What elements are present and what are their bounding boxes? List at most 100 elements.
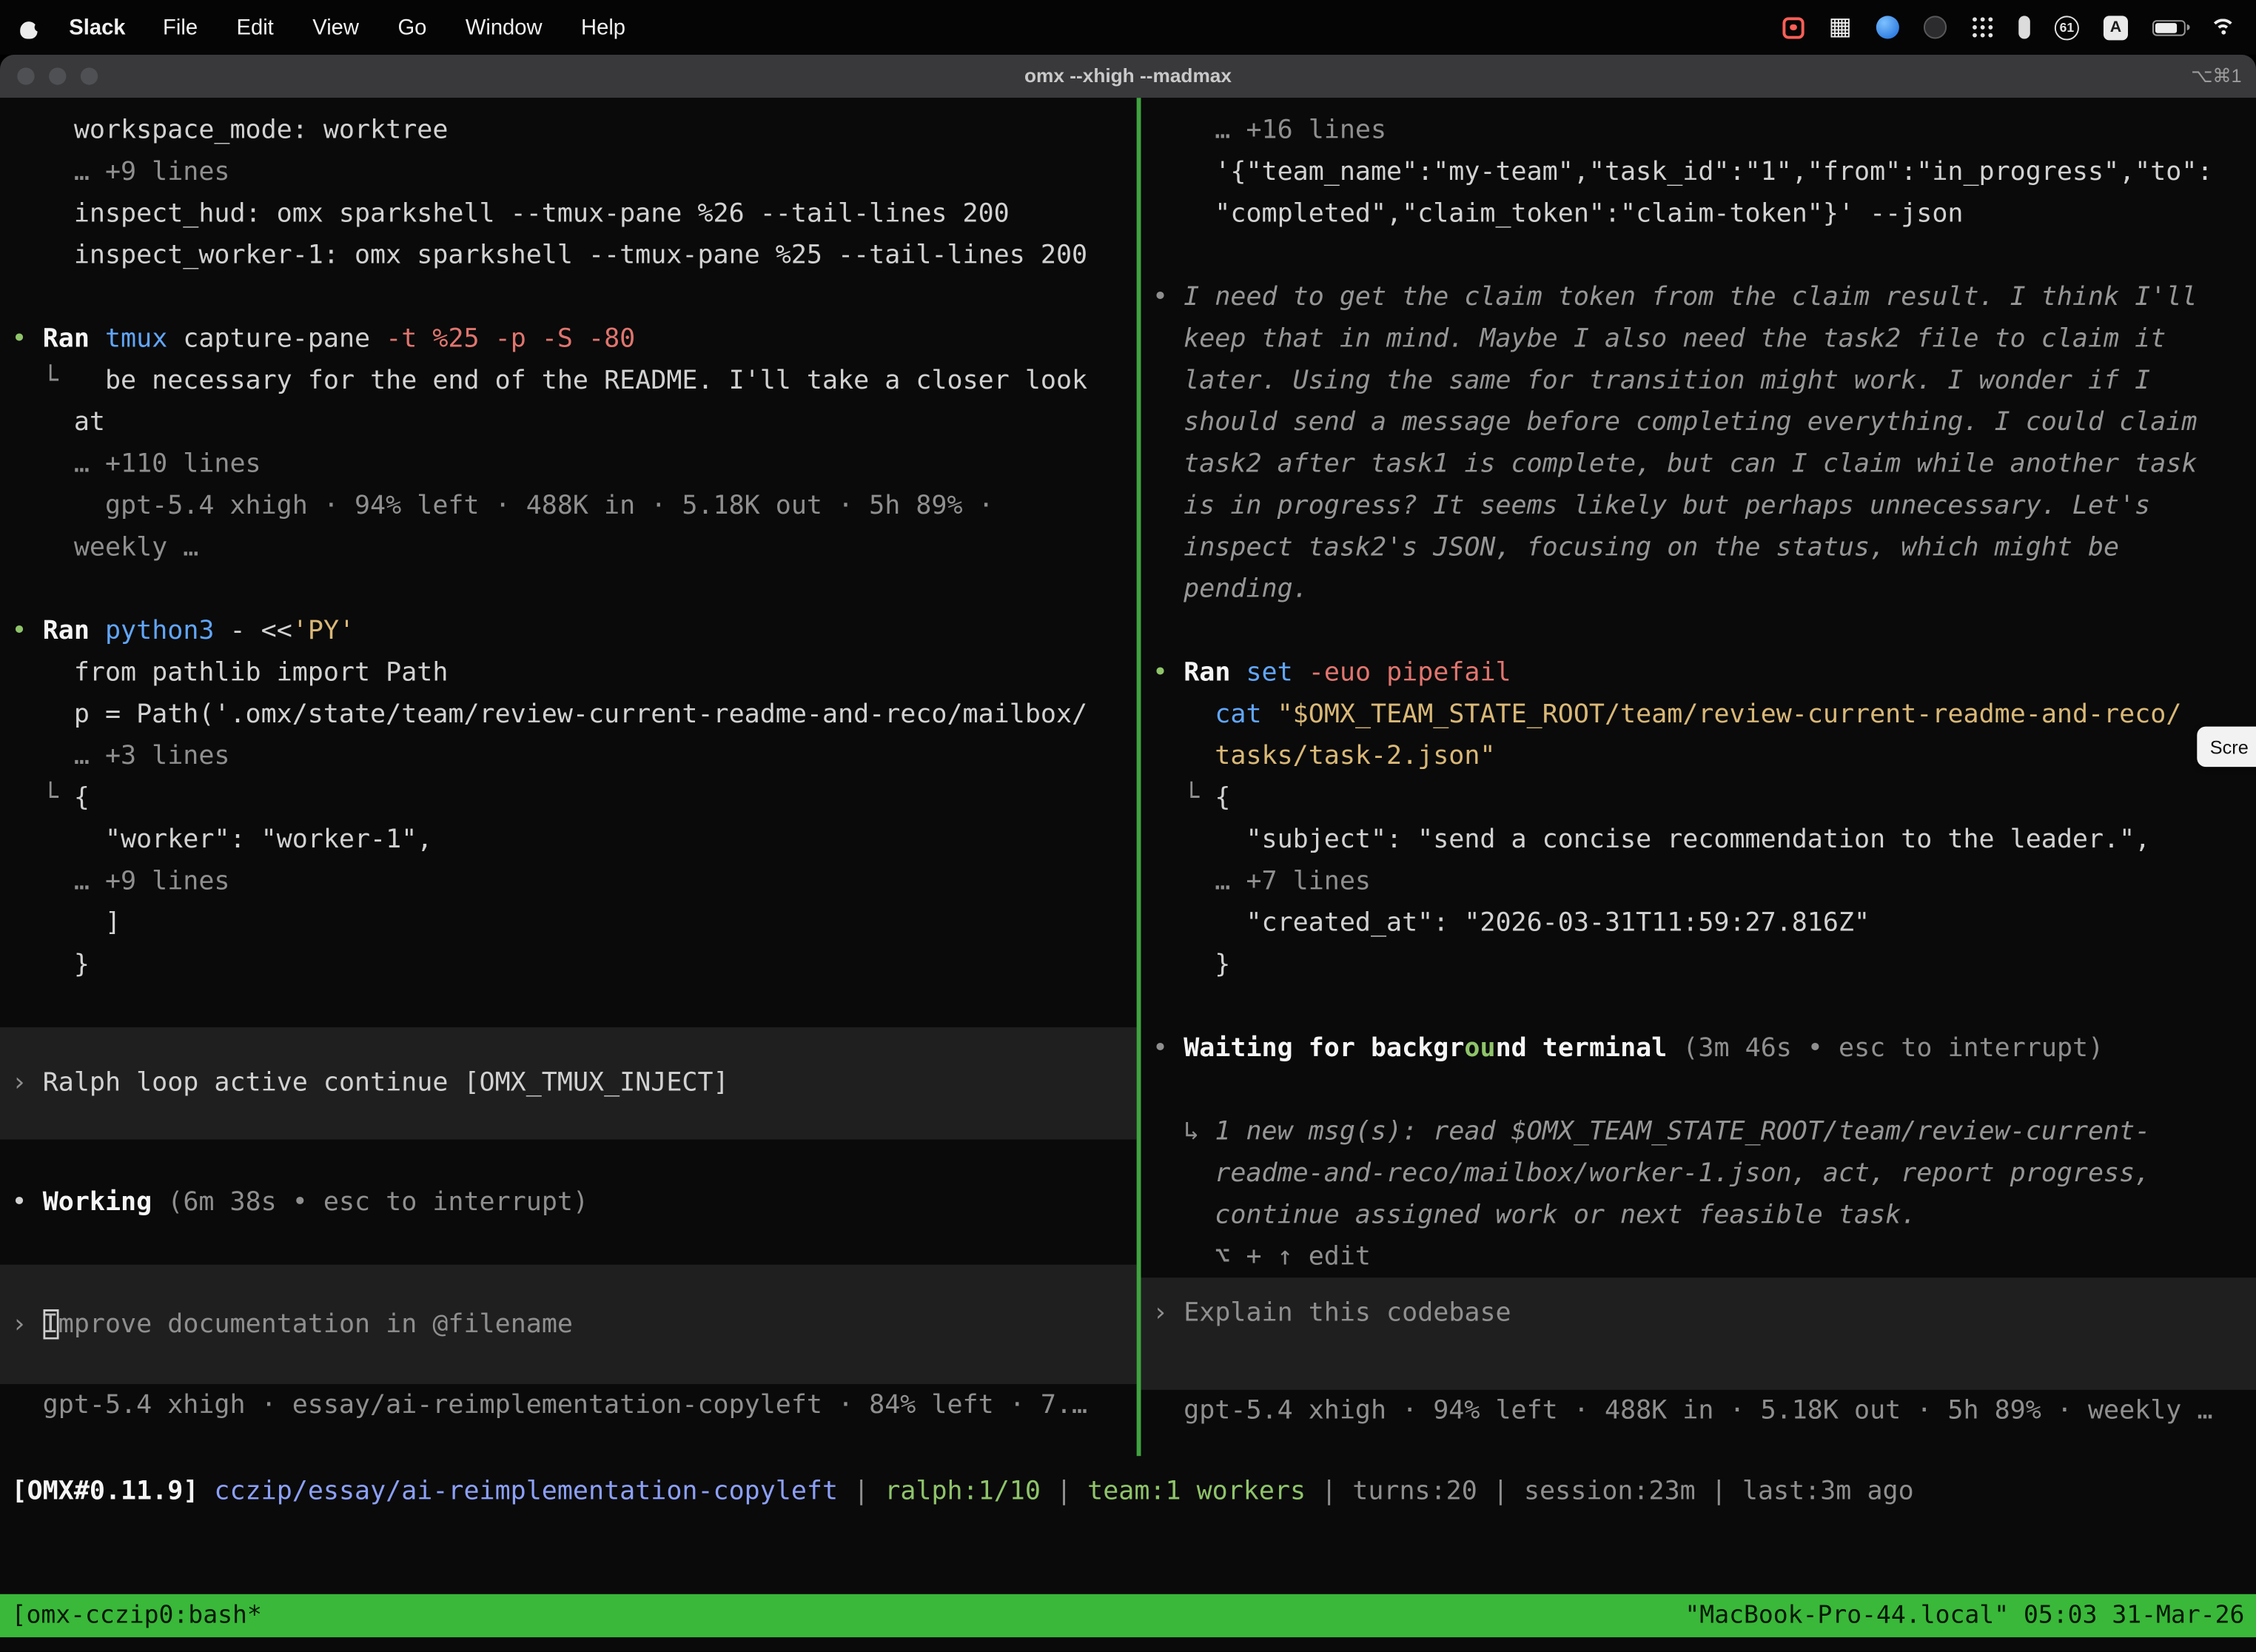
menu-window[interactable]: Window — [466, 15, 543, 39]
terminal-line: • Ran python3 - <<'PY' — [12, 610, 1137, 651]
terminal-line: should send a message before completing … — [1152, 401, 2256, 443]
menu-file[interactable]: File — [163, 15, 198, 39]
terminal-line: [OMX#0.11.9] cczip/essay/ai-reimplementa… — [12, 1471, 2256, 1512]
terminal-line: ⌥ + ↑ edit — [1152, 1236, 2256, 1277]
wifi-icon[interactable] — [2210, 18, 2236, 36]
apple-menu-icon[interactable] — [20, 15, 40, 39]
terminal-line: } — [1152, 944, 2256, 985]
terminal-line: ↳ 1 new msg(s): read $OMX_TEAM_STATE_ROO… — [1152, 1111, 2256, 1152]
terminal-line: └ { — [12, 777, 1137, 819]
terminal-line — [12, 1223, 1137, 1264]
terminal-line: └ be necessary for the end of the README… — [12, 360, 1137, 401]
terminal-line — [1152, 610, 2256, 651]
terminal-line: gpt-5.4 xhigh · 94% left · 488K in · 5.1… — [12, 485, 1137, 526]
terminal-line: at — [12, 401, 1137, 443]
terminal-line: from pathlib import Path — [12, 652, 1137, 694]
terminal-line: • Ran tmux capture-pane -t %25 -p -S -80 — [12, 318, 1137, 360]
tmux-session-label: [omx-cczip0:bash* — [12, 1594, 262, 1637]
terminal-line — [12, 986, 1137, 1027]
terminal-content: workspace_mode: worktree … +9 lines insp… — [0, 98, 2256, 1651]
terminal-line: inspect_hud: omx sparkshell --tmux-pane … — [12, 192, 1137, 234]
right-pane-output: … +16 lines '{"team_name":"my-team","tas… — [1152, 110, 2256, 1277]
terminal-line: ] — [12, 902, 1137, 944]
ralph-loop-prompt[interactable]: › Ralph loop active continue [OMX_TMUX_I… — [0, 1027, 1137, 1140]
terminal-line: • I need to get the claim token from the… — [1152, 276, 2256, 318]
terminal-line: keep that in mind. Maybe I also need the… — [1152, 318, 2256, 360]
terminal-line — [12, 1140, 1137, 1181]
terminal-line: is in progress? It seems likely but perh… — [1152, 485, 2256, 526]
terminal-line: • Working (6m 38s • esc to interrupt) — [12, 1181, 1137, 1223]
left-pane-output: workspace_mode: worktree … +9 lines insp… — [12, 110, 1137, 1027]
terminal-line: gpt-5.4 xhigh · essay/ai-reimplementatio… — [12, 1384, 1137, 1426]
input-source-icon[interactable]: A — [2104, 15, 2128, 39]
terminal-window: omx --xhigh --madmax ⌥⌘1 workspace_mode:… — [0, 55, 2256, 1652]
terminal-line — [1152, 235, 2256, 276]
terminal-line: continue assigned work or next feasible … — [1152, 1194, 2256, 1235]
terminal-line: later. Using the same for transition mig… — [1152, 360, 2256, 401]
terminal-line: '{"team_name":"my-team","task_id":"1","f… — [1152, 151, 2256, 192]
terminal-line: inspect_worker-1: omx sparkshell --tmux-… — [12, 235, 1137, 276]
badge-61-icon[interactable]: 61 — [2055, 15, 2079, 39]
terminal-line: cat "$OMX_TEAM_STATE_ROOT/team/review-cu… — [1152, 694, 2256, 735]
terminal-line: workspace_mode: worktree — [12, 110, 1137, 151]
window-title-bar[interactable]: omx --xhigh --madmax ⌥⌘1 — [0, 55, 2256, 98]
left-terminal-pane[interactable]: workspace_mode: worktree … +9 lines insp… — [0, 98, 1137, 1456]
screen-share-overlay[interactable]: Scre — [2197, 727, 2256, 767]
terminal-line: readme-and-reco/mailbox/worker-1.json, a… — [1152, 1152, 2256, 1194]
battery-icon[interactable] — [2152, 19, 2186, 35]
terminal-line: • Ran set -euo pipefail — [1152, 652, 2256, 694]
pill-icon[interactable] — [2018, 16, 2030, 38]
terminal-line: … +16 lines — [1152, 110, 2256, 151]
menu-edit[interactable]: Edit — [237, 15, 274, 39]
terminal-line: … +7 lines — [1152, 860, 2256, 901]
terminal-line: tasks/task-2.json" — [1152, 735, 2256, 776]
terminal-line: gpt-5.4 xhigh · 94% left · 488K in · 5.1… — [1152, 1390, 2256, 1431]
terminal-line: inspect task2's JSON, focusing on the st… — [1152, 526, 2256, 568]
terminal-line: └ { — [1152, 777, 2256, 819]
tmux-status-bar: [omx-cczip0:bash* "MacBook-Pro-44.local"… — [0, 1594, 2256, 1637]
menu-app-name[interactable]: Slack — [69, 15, 125, 39]
terminal-line — [12, 568, 1137, 610]
left-pane-working-status: • Working (6m 38s • esc to interrupt) — [12, 1140, 1137, 1265]
blue-app-icon[interactable] — [1876, 16, 1899, 38]
terminal-line: • Waiting for background terminal (3m 46… — [1152, 1027, 2256, 1069]
terminal-line: › Improve documentation in @filename — [12, 1303, 1137, 1345]
left-input-prompt[interactable]: › Improve documentation in @filename — [0, 1265, 1137, 1384]
terminal-line: task2 after task1 is complete, but can I… — [1152, 443, 2256, 485]
terminal-line: › Explain this codebase — [1152, 1292, 2256, 1334]
right-terminal-pane[interactable]: … +16 lines '{"team_name":"my-team","tas… — [1141, 98, 2256, 1456]
menu-go[interactable]: Go — [397, 15, 426, 39]
terminal-line: … +110 lines — [12, 443, 1137, 485]
terminal-line: "subject": "send a concise recommendatio… — [1152, 819, 2256, 860]
window-shortcut: ⌥⌘1 — [2191, 55, 2241, 98]
menu-view[interactable]: View — [312, 15, 359, 39]
right-pane-footer: gpt-5.4 xhigh · 94% left · 488K in · 5.1… — [1152, 1390, 2256, 1431]
screen: Slack File Edit View Go Window Help ▦ 61… — [0, 0, 2256, 1652]
terminal-line: "created_at": "2026-03-31T11:59:27.816Z" — [1152, 902, 2256, 944]
dark-app-icon[interactable] — [1924, 16, 1947, 38]
terminal-line: pending. — [1152, 568, 2256, 610]
terminal-line: weekly … — [12, 526, 1137, 568]
right-input-prompt[interactable]: › Explain this codebase — [1141, 1277, 2256, 1390]
app-grid-icon[interactable]: ▦ — [1829, 15, 1852, 39]
window-title: omx --xhigh --madmax — [0, 55, 2256, 98]
terminal-line: "worker": "worker-1", — [12, 819, 1137, 860]
terminal-line: … +9 lines — [12, 151, 1137, 192]
terminal-line: … +9 lines — [12, 860, 1137, 901]
terminal-line — [1152, 1069, 2256, 1110]
terminal-line: › Ralph loop active continue [OMX_TMUX_I… — [12, 1062, 1137, 1104]
tmux-host-time: "MacBook-Pro-44.local" 05:03 31-Mar-26 — [1685, 1594, 2244, 1637]
screen-recording-icon[interactable] — [1782, 16, 1804, 38]
terminal-line: "completed","claim_token":"claim-token"}… — [1152, 192, 2256, 234]
menu-status-icons: ▦ 61 A — [1782, 15, 2235, 39]
terminal-line: } — [12, 944, 1137, 985]
terminal-line — [12, 276, 1137, 318]
left-pane-footer: gpt-5.4 xhigh · essay/ai-reimplementatio… — [12, 1384, 1137, 1426]
dots-grid-icon[interactable] — [1971, 16, 1994, 38]
terminal-line — [1152, 986, 2256, 1027]
menu-bar: Slack File Edit View Go Window Help ▦ 61… — [0, 0, 2256, 55]
terminal-line: … +3 lines — [12, 735, 1137, 776]
menu-help[interactable]: Help — [581, 15, 625, 39]
terminal-line: p = Path('.omx/state/team/review-current… — [12, 694, 1137, 735]
omx-status-line: [OMX#0.11.9] cczip/essay/ai-reimplementa… — [0, 1471, 2256, 1512]
